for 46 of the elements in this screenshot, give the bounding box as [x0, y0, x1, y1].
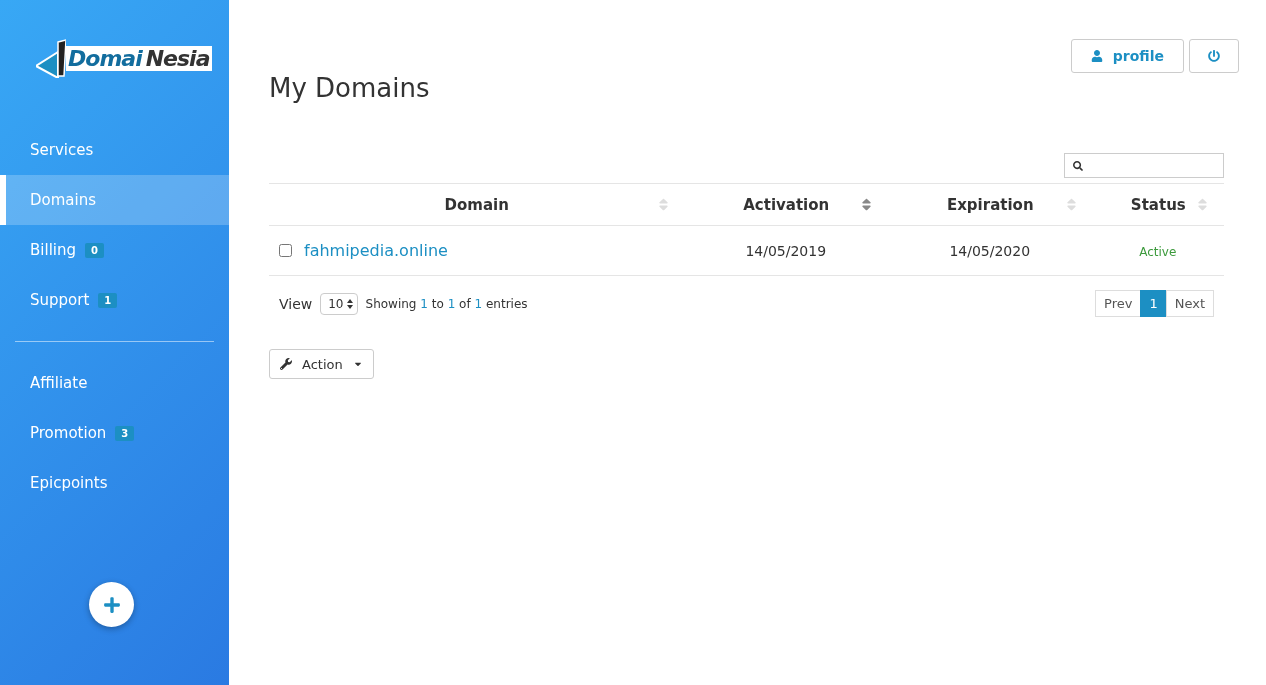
sidebar-item-label: Services: [30, 141, 94, 159]
page-size-select[interactable]: 10: [320, 292, 358, 315]
sidebar-item-label: Domains: [30, 191, 97, 209]
domain-link[interactable]: fahmipedia.online: [304, 241, 448, 260]
sidebar-item[interactable]: Affiliate: [0, 358, 229, 408]
action-button[interactable]: Action: [269, 349, 374, 379]
column-header[interactable]: Expiration: [887, 183, 1093, 226]
sidebar-item[interactable]: Support 1: [0, 275, 229, 325]
column-header[interactable]: Activation: [684, 183, 888, 226]
search-field[interactable]: [1064, 153, 1224, 178]
sidebar-item-label: Promotion: [30, 424, 107, 442]
row-checkbox[interactable]: [279, 244, 292, 257]
spinner-arrows-icon: [346, 298, 353, 309]
column-header[interactable]: Domain: [269, 183, 685, 226]
view-label: View: [279, 295, 313, 312]
user-icon: [1090, 50, 1103, 62]
sidebar-item-label: Billing: [30, 241, 76, 259]
profile-button[interactable]: profile: [1070, 39, 1184, 73]
sidebar-item[interactable]: Services: [0, 125, 229, 175]
table-cell: 14/05/2019: [684, 225, 888, 276]
page-title: My Domains: [269, 73, 430, 103]
logo-mark-icon: [36, 38, 66, 78]
plus-icon: [102, 595, 121, 614]
sidebar-item[interactable]: Billing 0: [0, 225, 229, 275]
sidebar-item-label: Support: [30, 291, 90, 309]
sidebar-item-label: Epicpoints: [30, 474, 108, 492]
pagination-button[interactable]: Next: [1165, 290, 1214, 317]
count-badge: 0: [85, 242, 104, 258]
entries-info: Showing 1 to 1 of 1 entries: [365, 296, 528, 311]
logo: Domai Nesia: [36, 38, 229, 78]
sidebar-item-label: Affiliate: [30, 374, 88, 392]
wrench-icon: [280, 358, 292, 370]
sidebar-item[interactable]: Epicpoints: [0, 458, 229, 508]
table-cell: 14/05/2020: [887, 225, 1093, 276]
power-icon: [1208, 50, 1220, 62]
power-button[interactable]: [1189, 39, 1239, 73]
search-icon: [1073, 160, 1083, 171]
count-badge: 3: [115, 425, 135, 441]
pagination-button[interactable]: 1: [1140, 290, 1167, 317]
column-header[interactable]: Status: [1092, 183, 1224, 226]
add-button[interactable]: [89, 582, 134, 627]
sidebar-item[interactable]: Domains: [0, 175, 229, 225]
status-text: Active: [1139, 244, 1177, 259]
sidebar-item[interactable]: Promotion 3: [0, 408, 229, 458]
pagination-button[interactable]: Prev: [1095, 290, 1142, 317]
count-badge: 1: [98, 292, 118, 308]
